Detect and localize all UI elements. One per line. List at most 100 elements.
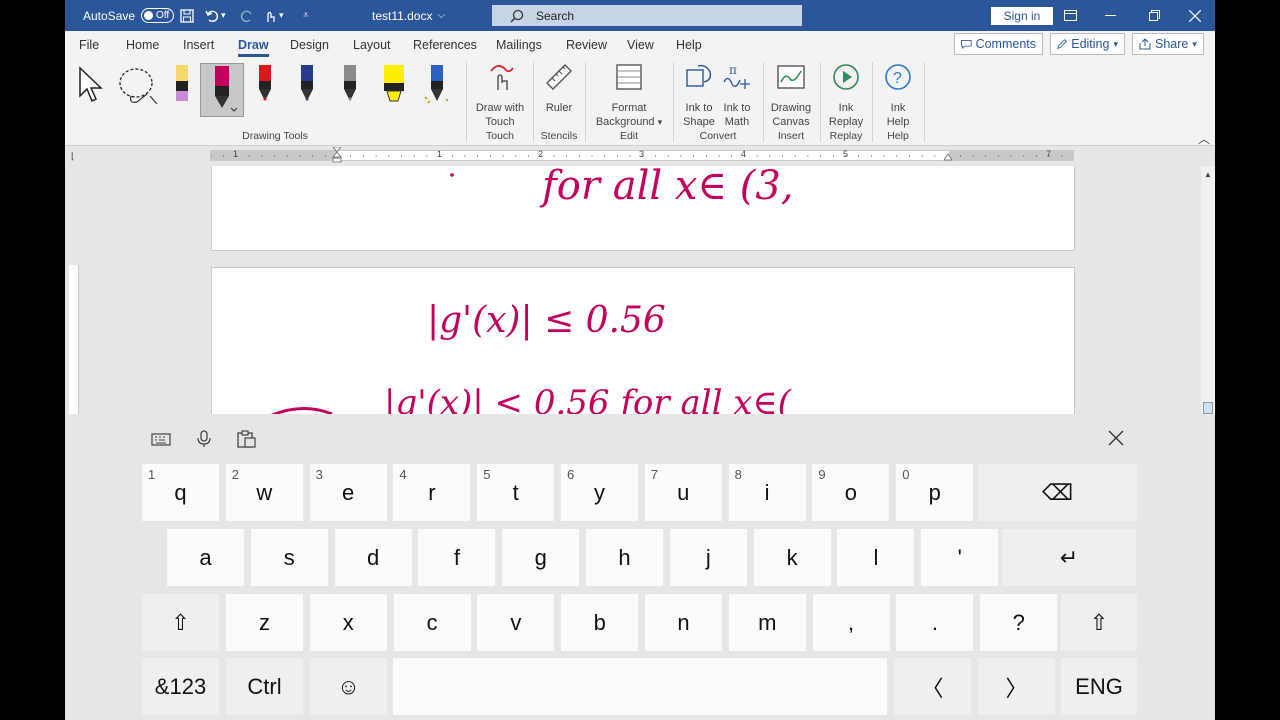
sign-in-button[interactable]: Sign in bbox=[991, 7, 1053, 25]
minimize-icon[interactable] bbox=[1088, 0, 1132, 31]
symbols-key[interactable]: &123 bbox=[142, 658, 219, 715]
filename-dropdown[interactable]: test11.docx ⌵ bbox=[372, 0, 445, 31]
space-bar[interactable] bbox=[393, 658, 887, 715]
tab-insert[interactable]: Insert bbox=[183, 38, 214, 52]
key-e[interactable]: e3 bbox=[309, 464, 387, 521]
scroll-thumb[interactable] bbox=[1203, 402, 1213, 414]
share-button[interactable]: Share ▾ bbox=[1132, 33, 1204, 55]
restore-icon[interactable] bbox=[1132, 0, 1176, 31]
document-area[interactable]: for all x∈ (3, |g'(x)| ≤ 0.56 |g'(x)| < … bbox=[65, 166, 1215, 414]
touch-mode-icon[interactable]: ▾ bbox=[263, 0, 284, 31]
undo-icon[interactable]: ▾ bbox=[205, 0, 226, 31]
ink-to-shape-button[interactable]: Ink to Shape bbox=[677, 62, 721, 129]
tab-references[interactable]: References bbox=[413, 38, 477, 52]
ctrl-key[interactable]: Ctrl bbox=[226, 658, 303, 715]
right-indent-marker-icon[interactable] bbox=[943, 153, 953, 161]
key-y[interactable]: y6 bbox=[561, 464, 638, 521]
collapse-ribbon-icon[interactable]: ︿ bbox=[1198, 130, 1210, 147]
autosave-control[interactable]: AutoSave Off bbox=[83, 0, 175, 31]
key-q[interactable]: q1 bbox=[142, 464, 219, 521]
lasso-select-icon[interactable] bbox=[117, 66, 159, 108]
arrow-right-key[interactable]: 〉 bbox=[978, 658, 1055, 715]
draw-with-touch-button[interactable]: Draw with Touch bbox=[470, 62, 530, 129]
shift-key-right[interactable]: ⇧ bbox=[1061, 594, 1137, 651]
tab-view[interactable]: View bbox=[627, 38, 654, 52]
save-icon[interactable] bbox=[180, 0, 194, 31]
key-comma[interactable]: , bbox=[812, 594, 890, 651]
enter-key[interactable]: ↵ bbox=[1002, 529, 1136, 586]
key-d[interactable]: d bbox=[334, 529, 412, 586]
vertical-scrollbar[interactable]: ▲ bbox=[1201, 166, 1215, 414]
arrow-left-key[interactable]: 〈 bbox=[894, 658, 971, 715]
close-window-icon[interactable] bbox=[1173, 0, 1215, 31]
tab-design[interactable]: Design bbox=[290, 38, 329, 52]
tab-draw[interactable]: Draw bbox=[238, 38, 269, 57]
key-period[interactable]: . bbox=[896, 594, 974, 651]
pen-red-icon[interactable] bbox=[252, 63, 278, 112]
key-w[interactable]: w2 bbox=[225, 464, 303, 521]
key-m[interactable]: m bbox=[728, 594, 806, 651]
highlighter-yellow-icon[interactable] bbox=[379, 63, 409, 112]
key-r[interactable]: r4 bbox=[393, 464, 471, 521]
key-question[interactable]: ? bbox=[980, 594, 1058, 651]
ink-to-math-button[interactable]: π Ink to Math bbox=[716, 62, 758, 129]
comments-button[interactable]: Comments bbox=[954, 33, 1043, 55]
ruler-button[interactable]: Ruler bbox=[537, 62, 581, 115]
tab-layout[interactable]: Layout bbox=[353, 38, 391, 52]
key-s[interactable]: s bbox=[250, 529, 328, 586]
scroll-up-icon[interactable]: ▲ bbox=[1204, 170, 1212, 179]
key-h[interactable]: h bbox=[586, 529, 663, 586]
key-g[interactable]: g bbox=[502, 529, 580, 586]
ribbon-display-options-icon[interactable] bbox=[1048, 0, 1092, 31]
key-o[interactable]: o9 bbox=[812, 464, 890, 521]
backspace-key[interactable]: ⌫ bbox=[978, 464, 1137, 521]
autosave-toggle[interactable]: Off bbox=[141, 8, 175, 23]
key-l[interactable]: l bbox=[837, 529, 915, 586]
key-u[interactable]: u7 bbox=[644, 464, 722, 521]
editing-mode-button[interactable]: Editing ▾ bbox=[1050, 33, 1125, 55]
pen-blue-icon[interactable] bbox=[422, 63, 452, 112]
pencil-pen-icon[interactable] bbox=[169, 63, 195, 112]
ink-replay-button[interactable]: Ink Replay bbox=[824, 62, 868, 129]
emoji-key[interactable]: ☺ bbox=[310, 658, 387, 715]
key-b[interactable]: b bbox=[561, 594, 639, 651]
key-f[interactable]: f bbox=[418, 529, 496, 586]
key-a[interactable]: a bbox=[167, 529, 244, 586]
indent-marker-icon[interactable] bbox=[332, 147, 342, 165]
tab-help[interactable]: Help bbox=[676, 38, 702, 52]
tab-file[interactable]: File bbox=[79, 38, 99, 52]
select-objects-icon[interactable] bbox=[77, 66, 107, 106]
customize-qat-icon[interactable]: ⩡ bbox=[303, 0, 309, 31]
tab-mailings[interactable]: Mailings bbox=[496, 38, 542, 52]
ink-help-button[interactable]: ? Ink Help bbox=[876, 62, 920, 129]
microphone-icon[interactable] bbox=[193, 430, 215, 448]
key-i[interactable]: i8 bbox=[728, 464, 806, 521]
key-t[interactable]: t5 bbox=[477, 464, 555, 521]
redo-icon[interactable] bbox=[240, 0, 254, 31]
drawing-canvas-button[interactable]: Drawing Canvas bbox=[767, 62, 815, 129]
shift-key-left[interactable]: ⇧ bbox=[142, 594, 219, 651]
format-background-button[interactable]: Format Background ▾ bbox=[589, 62, 669, 129]
pen-magenta-icon[interactable] bbox=[200, 63, 244, 117]
tab-selector-icon[interactable]: ⌊ bbox=[71, 151, 75, 162]
key-c[interactable]: c bbox=[393, 594, 471, 651]
key-k[interactable]: k bbox=[753, 529, 831, 586]
page-1[interactable]: for all x∈ (3, bbox=[211, 166, 1075, 251]
keyboard-settings-icon[interactable] bbox=[151, 430, 173, 448]
horizontal-ruler[interactable]: 1 1 2 3 4 5 7 bbox=[210, 147, 1074, 163]
key-n[interactable]: n bbox=[645, 594, 722, 651]
tab-home[interactable]: Home bbox=[126, 38, 159, 52]
pen-galaxy-icon[interactable] bbox=[294, 63, 320, 112]
vertical-ruler[interactable] bbox=[69, 265, 79, 414]
pen-gray-icon[interactable] bbox=[337, 63, 363, 112]
key-apostrophe[interactable]: ' bbox=[921, 529, 999, 586]
close-keyboard-icon[interactable] bbox=[1105, 429, 1127, 447]
clipboard-icon[interactable] bbox=[235, 430, 257, 448]
page-2[interactable]: |g'(x)| ≤ 0.56 |g'(x)| < 0.56 for all x∈… bbox=[211, 267, 1075, 414]
search-box[interactable]: Search bbox=[492, 5, 802, 26]
key-z[interactable]: z bbox=[226, 594, 303, 651]
key-v[interactable]: v bbox=[477, 594, 555, 651]
key-x[interactable]: x bbox=[309, 594, 387, 651]
tab-review[interactable]: Review bbox=[566, 38, 607, 52]
language-key[interactable]: ENG bbox=[1061, 658, 1137, 715]
